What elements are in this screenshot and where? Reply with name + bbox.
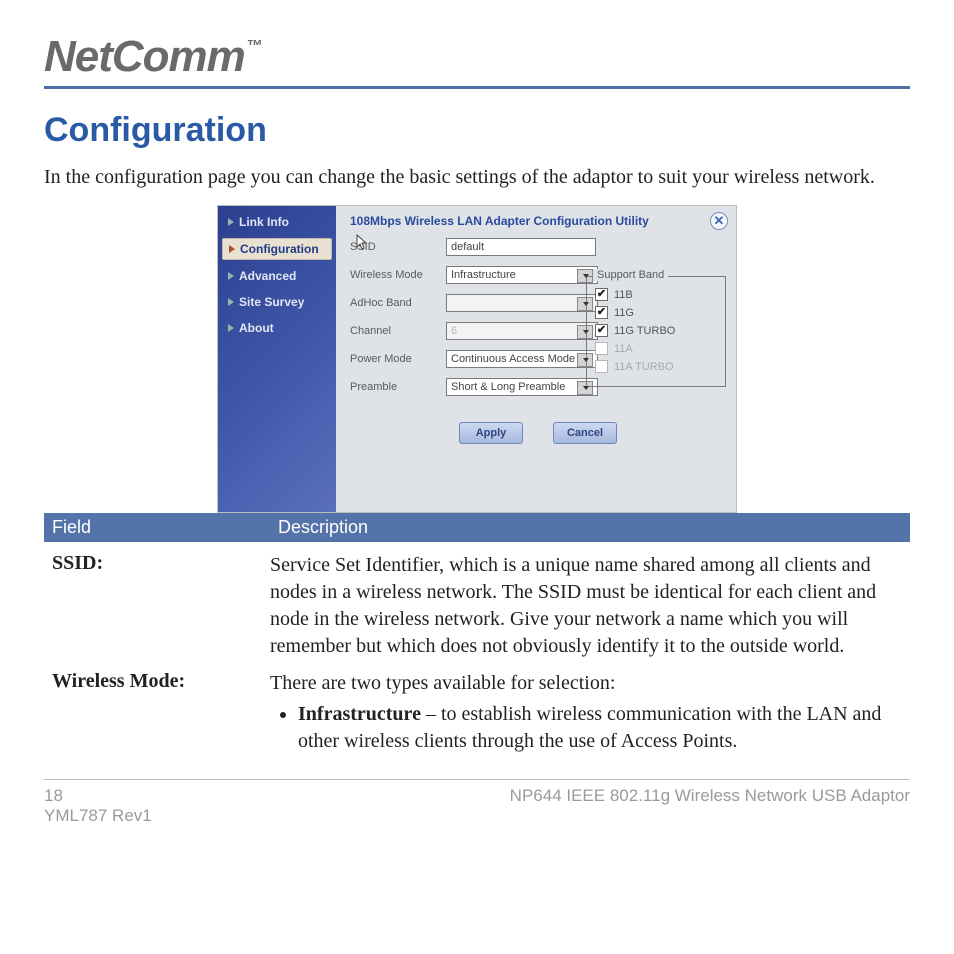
close-icon: ✕	[714, 213, 725, 229]
field-description: Service Set Identifier, which is a uniqu…	[270, 552, 902, 660]
sidebar-item-label: Advanced	[239, 269, 296, 283]
ssid-label: SSID	[350, 241, 438, 253]
band-label: 11A TURBO	[614, 361, 674, 373]
sidebar-item-label: Configuration	[240, 242, 319, 256]
window-title: 108Mbps Wireless LAN Adapter Configurati…	[350, 214, 726, 228]
band-label: 11G	[614, 307, 634, 319]
band-row: 11A TURBO	[595, 360, 717, 373]
adhoc-band-select-wrap	[446, 294, 596, 312]
sidebar-item-site-survey[interactable]: Site Survey	[222, 292, 332, 312]
header-rule	[44, 86, 910, 89]
table-row: SSID: Service Set Identifier, which is a…	[44, 542, 910, 660]
brand-logo: NetComm ™	[44, 32, 910, 82]
button-row: Apply Cancel	[350, 422, 726, 444]
support-band-legend: Support Band	[593, 269, 668, 281]
intro-paragraph: In the configuration page you can change…	[44, 164, 910, 191]
band-label: 11A	[614, 343, 633, 355]
checkbox-11a[interactable]	[595, 342, 608, 355]
footer-left: 18 YML787 Rev1	[44, 786, 152, 826]
band-row: 11A	[595, 342, 717, 355]
page-title: Configuration	[44, 111, 910, 150]
chevron-right-icon	[228, 218, 234, 226]
bullet-list: Infrastructure – to establish wireless c…	[270, 701, 902, 755]
sidebar-item-advanced[interactable]: Advanced	[222, 266, 332, 286]
band-label: 11B	[614, 289, 633, 301]
chevron-right-icon	[229, 245, 235, 253]
checkbox-11g[interactable]	[595, 306, 608, 319]
page-footer: 18 YML787 Rev1 NP644 IEEE 802.11g Wirele…	[44, 779, 910, 826]
field-name: Wireless Mode:	[52, 670, 270, 761]
adhoc-band-label: AdHoc Band	[350, 297, 438, 309]
preamble-label: Preamble	[350, 381, 438, 393]
brand-text: NetComm	[44, 32, 245, 82]
checkbox-11b[interactable]	[595, 288, 608, 301]
screenshot-container: Link Info Configuration Advanced Site Su…	[44, 205, 910, 513]
document-page: NetComm ™ Configuration In the configura…	[0, 0, 954, 954]
sidebar-item-label: Link Info	[239, 215, 289, 229]
bullet-bold: Infrastructure	[298, 703, 421, 725]
wireless-mode-select-wrap	[446, 266, 596, 284]
page-number: 18	[44, 786, 152, 806]
sidebar-item-label: Site Survey	[239, 295, 304, 309]
checkbox-11a-turbo[interactable]	[595, 360, 608, 373]
chevron-right-icon	[228, 272, 234, 280]
table-header-field: Field	[44, 513, 270, 542]
list-item: Infrastructure – to establish wireless c…	[298, 701, 902, 755]
sidebar-item-label: About	[239, 321, 274, 335]
apply-button[interactable]: Apply	[459, 422, 523, 444]
revision-code: YML787 Rev1	[44, 806, 152, 826]
desc-intro: There are two types available for select…	[270, 672, 615, 694]
table-header: Field Description	[44, 513, 910, 542]
ssid-input[interactable]	[446, 238, 596, 256]
checkbox-11g-turbo[interactable]	[595, 324, 608, 337]
table-header-description: Description	[270, 513, 910, 542]
preamble-select[interactable]	[446, 378, 598, 396]
band-row: 11G	[595, 306, 717, 319]
power-mode-select-wrap	[446, 350, 596, 368]
sidebar: Link Info Configuration Advanced Site Su…	[218, 206, 336, 512]
sidebar-item-about[interactable]: About	[222, 318, 332, 338]
support-band-group: Support Band 11B 11G 11G TURBO	[586, 276, 726, 387]
chevron-right-icon	[228, 298, 234, 306]
band-row: 11B	[595, 288, 717, 301]
channel-select[interactable]	[446, 322, 598, 340]
wireless-mode-label: Wireless Mode	[350, 269, 438, 281]
band-label: 11G TURBO	[614, 325, 675, 337]
channel-select-wrap	[446, 322, 596, 340]
wireless-mode-select[interactable]	[446, 266, 598, 284]
channel-label: Channel	[350, 325, 438, 337]
power-mode-label: Power Mode	[350, 353, 438, 365]
sidebar-item-link-info[interactable]: Link Info	[222, 212, 332, 232]
field-name: SSID:	[52, 552, 270, 660]
band-row: 11G TURBO	[595, 324, 717, 337]
close-button[interactable]: ✕	[710, 212, 728, 230]
adhoc-band-select[interactable]	[446, 294, 598, 312]
power-mode-select[interactable]	[446, 350, 598, 368]
content-panel: 108Mbps Wireless LAN Adapter Configurati…	[336, 206, 736, 512]
trademark-symbol: ™	[247, 38, 262, 56]
table-row: Wireless Mode: There are two types avail…	[44, 660, 910, 761]
field-description: There are two types available for select…	[270, 670, 902, 761]
preamble-select-wrap	[446, 378, 596, 396]
sidebar-item-configuration[interactable]: Configuration	[222, 238, 332, 260]
cancel-button[interactable]: Cancel	[553, 422, 617, 444]
app-window: Link Info Configuration Advanced Site Su…	[217, 205, 737, 513]
chevron-right-icon	[228, 324, 234, 332]
product-name: NP644 IEEE 802.11g Wireless Network USB …	[510, 786, 910, 826]
